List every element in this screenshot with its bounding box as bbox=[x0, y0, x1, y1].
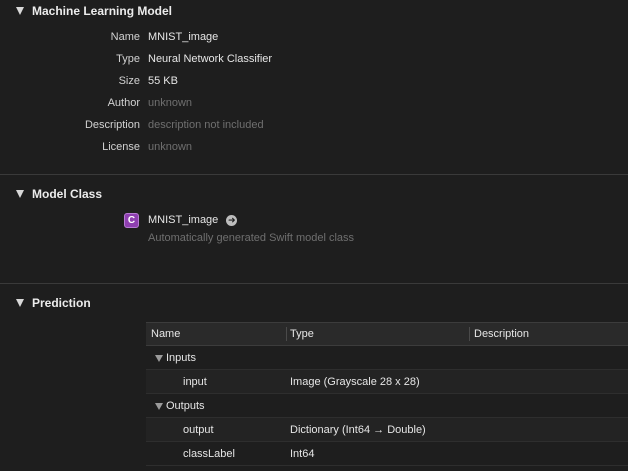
disclosure-triangle-icon[interactable] bbox=[16, 299, 24, 307]
group-label: Inputs bbox=[155, 346, 196, 370]
swift-class-icon: C bbox=[124, 212, 139, 228]
field-row-size: Size 55 KB bbox=[0, 70, 628, 92]
field-value: description not included bbox=[148, 119, 264, 131]
field-value: unknown bbox=[148, 141, 193, 153]
column-header-type[interactable]: Type bbox=[290, 323, 314, 345]
section-header-model-class[interactable]: Model Class bbox=[0, 183, 102, 205]
section-title: Machine Learning Model bbox=[32, 4, 173, 18]
field-value: MNIST_image bbox=[148, 31, 219, 43]
field-label: License bbox=[102, 141, 140, 153]
field-row-license: License unknown bbox=[0, 136, 628, 158]
feature-type: Int64 bbox=[290, 448, 315, 460]
field-value: Neural Network Classifier bbox=[148, 53, 273, 65]
section-divider bbox=[0, 283, 628, 284]
field-label: Description bbox=[84, 119, 140, 131]
field-label: Author bbox=[107, 97, 140, 109]
model-class-description: Automatically generated Swift model clas… bbox=[148, 232, 355, 244]
section-divider bbox=[0, 174, 628, 175]
feature-name: input bbox=[183, 376, 207, 388]
group-label: Outputs bbox=[155, 394, 205, 418]
model-class-name: MNIST_image bbox=[148, 214, 219, 226]
column-header-name[interactable]: Name bbox=[151, 323, 180, 345]
field-row-type: Type Neural Network Classifier bbox=[0, 48, 628, 70]
field-row-name: Name MNIST_image bbox=[0, 26, 628, 48]
table-row[interactable]: output Dictionary (Int64 → Double) bbox=[146, 418, 628, 442]
section-header-prediction[interactable]: Prediction bbox=[0, 292, 91, 314]
group-row-outputs[interactable]: Outputs bbox=[146, 394, 628, 418]
field-label: Size bbox=[118, 75, 140, 87]
column-header-description[interactable]: Description bbox=[474, 323, 529, 345]
section-header-model[interactable]: Machine Learning Model bbox=[0, 0, 172, 22]
field-label: Name bbox=[110, 31, 140, 43]
feature-type: Dictionary (Int64 → Double) bbox=[290, 424, 426, 436]
feature-name: classLabel bbox=[183, 448, 235, 460]
disclosure-triangle-icon[interactable] bbox=[155, 402, 163, 410]
column-separator[interactable] bbox=[469, 327, 470, 341]
table-header: Name Type Description bbox=[146, 322, 628, 346]
section-title: Model Class bbox=[32, 187, 103, 201]
model-inspector: Machine Learning Model Name MNIST_image … bbox=[0, 0, 628, 471]
field-row-author: Author unknown bbox=[0, 92, 628, 114]
field-row-description: Description description not included bbox=[0, 114, 628, 136]
disclosure-triangle-icon[interactable] bbox=[155, 354, 163, 362]
table-row[interactable]: classLabel Int64 bbox=[146, 442, 628, 466]
group-label-text: Inputs bbox=[166, 352, 196, 364]
feature-name: output bbox=[183, 424, 214, 436]
field-label: Type bbox=[116, 53, 140, 65]
field-value: 55 KB bbox=[148, 75, 178, 87]
feature-type: Image (Grayscale 28 x 28) bbox=[290, 376, 420, 388]
prediction-table: Name Type Description Inputs input Image… bbox=[146, 322, 628, 466]
disclosure-triangle-icon[interactable] bbox=[16, 190, 24, 198]
group-label-text: Outputs bbox=[166, 400, 205, 412]
field-value: unknown bbox=[148, 97, 193, 109]
section-title: Prediction bbox=[32, 296, 91, 310]
group-row-inputs[interactable]: Inputs bbox=[146, 346, 628, 370]
column-separator[interactable] bbox=[286, 327, 287, 341]
table-row[interactable]: input Image (Grayscale 28 x 28) bbox=[146, 370, 628, 394]
disclosure-triangle-icon[interactable] bbox=[16, 7, 24, 15]
arrow-circle-right-icon[interactable]: ➜ bbox=[226, 214, 238, 226]
model-class-row: C MNIST_image ➜ bbox=[124, 210, 238, 230]
